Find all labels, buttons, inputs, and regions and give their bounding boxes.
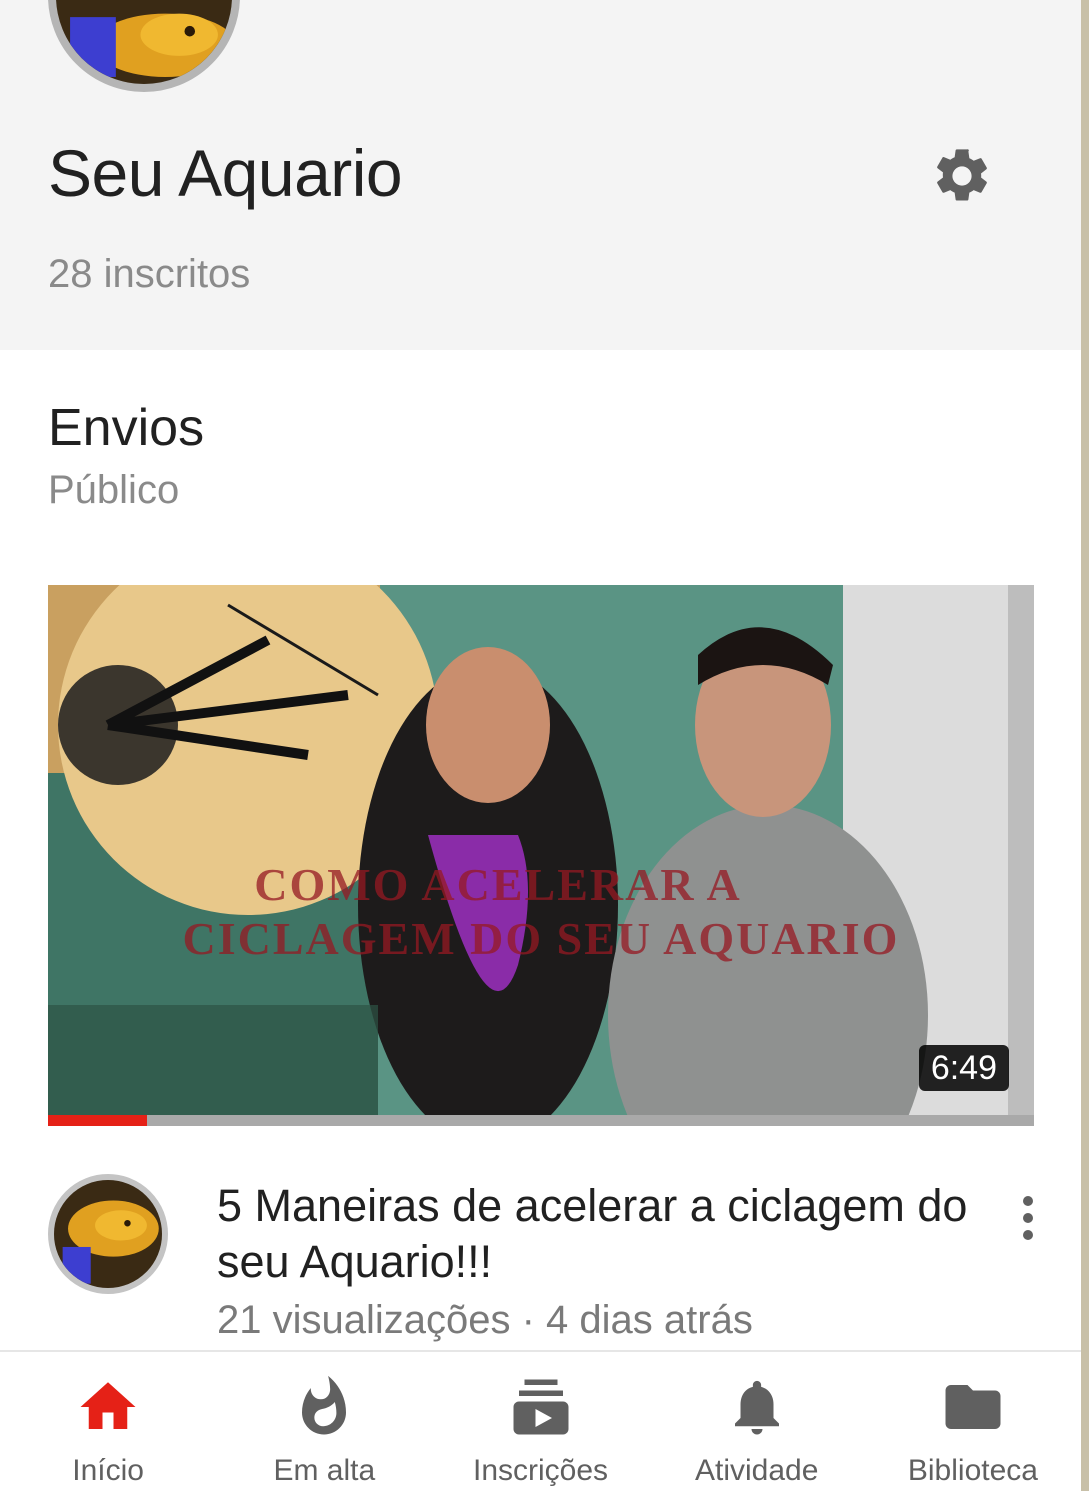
folder-icon [940,1374,1006,1440]
channel-header: Seu Aquario 28 inscritos [0,0,1081,350]
uploads-title: Envios [48,399,205,457]
thumbnail-caption-line2: CICLAGEM DO SEU AQUARIO [182,913,900,964]
thumbnail-image [48,585,1034,1115]
subscriber-count: 28 inscritos [48,252,251,296]
settings-button[interactable] [922,136,1002,216]
uploads-visibility: Público [48,468,180,512]
more-vert-dot [1023,1230,1033,1240]
nav-label-activity: Atividade [695,1454,819,1487]
bottom-navigation: Início Em alta Inscrições Atividade Bibl… [0,1350,1081,1491]
nav-item-activity[interactable]: Atividade [649,1352,865,1491]
channel-name: Seu Aquario [48,136,403,210]
flame-icon [291,1374,357,1440]
channel-avatar[interactable] [48,0,240,92]
nav-item-trending[interactable]: Em alta [216,1352,432,1491]
more-vert-icon [1023,1196,1033,1206]
video-title[interactable]: 5 Maneiras de acelerar a ciclagem do seu… [217,1178,977,1290]
more-options-button[interactable] [1008,1190,1048,1246]
more-vert-dot [1023,1213,1033,1223]
nav-label-trending: Em alta [273,1454,376,1487]
nav-label-library: Biblioteca [907,1454,1038,1487]
home-icon [75,1374,141,1440]
nav-item-home[interactable]: Início [0,1352,216,1491]
duration-badge: 6:49 [918,1045,1009,1091]
nav-label-subscriptions: Inscrições [472,1454,609,1487]
bell-icon [724,1374,790,1440]
screen-edge [1081,0,1089,1491]
nav-item-library[interactable]: Biblioteca [865,1352,1081,1491]
watch-progress-fill [48,1115,147,1126]
video-thumbnail[interactable]: 6:49 [48,585,1034,1126]
video-stats: 21 visualizações · 4 dias atrás [217,1298,753,1342]
nav-item-subscriptions[interactable]: Inscrições [432,1352,648,1491]
gear-icon [937,149,987,201]
nav-label-home: Início [72,1454,144,1487]
thumbnail-caption-line1: COMO ACELERAR A [254,859,742,910]
subscriptions-icon [508,1374,574,1440]
watch-progress-bar [48,1115,1034,1126]
video-channel-avatar[interactable] [48,1174,168,1294]
